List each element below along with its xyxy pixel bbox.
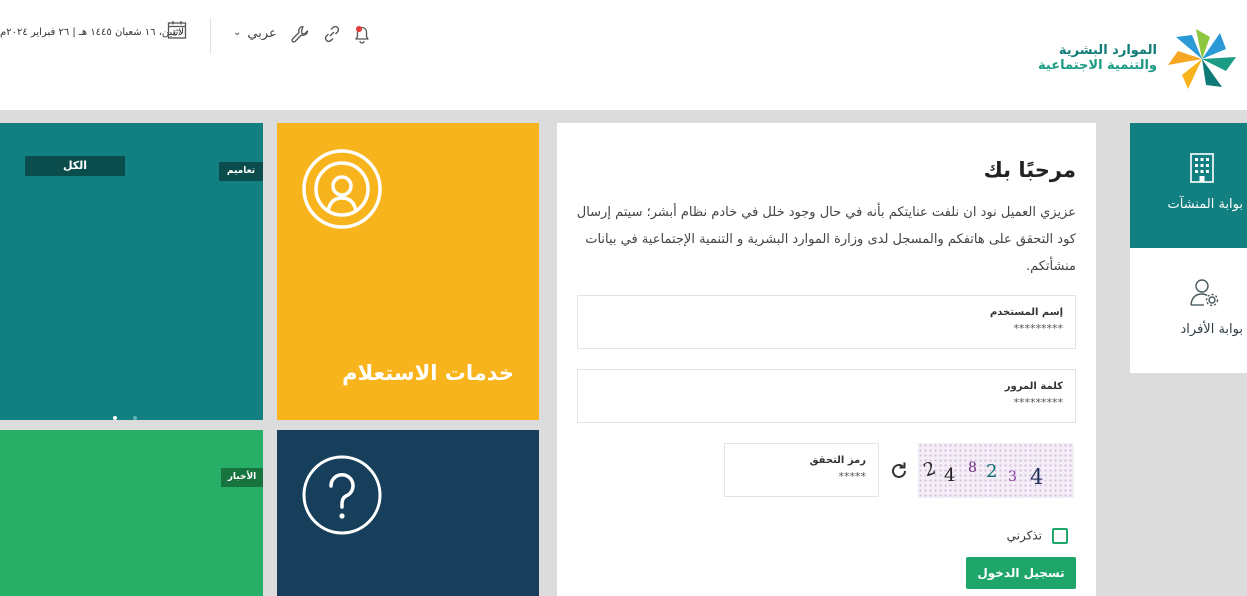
ministry-logo[interactable]: الموارد البشرية والتنمية الاجتماعية <box>1038 25 1245 93</box>
portal-label: بوابة المنشآت <box>1167 197 1243 212</box>
current-date: الاثنين، ١٦ شعبان ١٤٤٥ هـ | ٢٦ فبراير ٢٠… <box>0 27 187 38</box>
notification-dot <box>356 26 362 32</box>
username-label: إسم المستخدم <box>989 307 1063 318</box>
captcha-digit: 2 <box>986 461 998 482</box>
captcha-input[interactable] <box>728 470 866 483</box>
portal-tab-establishments[interactable]: بوابة المنشآت <box>1130 123 1247 248</box>
logo-line-1: الموارد البشرية <box>1058 43 1157 58</box>
logo-text: الموارد البشرية والتنمية الاجتماعية <box>1038 43 1157 73</box>
captcha-field[interactable]: رمز التحقق <box>724 443 879 497</box>
tile-news: الأخبار <box>0 430 263 596</box>
building-icon <box>1190 153 1214 183</box>
captcha-digit: 4 <box>1030 465 1044 489</box>
user-settings-icon <box>1190 279 1219 307</box>
remember-label: تذكرني <box>1006 528 1042 543</box>
refresh-captcha-icon[interactable] <box>889 461 909 481</box>
calendar-day: 17 <box>173 30 182 38</box>
portal-tab-individuals[interactable]: بوابة الأفراد <box>1130 248 1247 373</box>
tile-inquiry-services[interactable]: خدمات الاستعلام <box>277 123 539 420</box>
carousel-dots <box>113 405 153 424</box>
header-divider <box>210 18 211 54</box>
calendar-icon: 17 <box>167 21 187 39</box>
service-notice: عزيزي العميل نود ان نلفت عنايتكم بأنه في… <box>576 205 1076 274</box>
username-input[interactable] <box>615 322 1063 335</box>
captcha-digit: 2 <box>920 457 939 482</box>
remember-me[interactable]: تذكرني <box>1007 528 1068 544</box>
portal-label: بوابة الأفراد <box>1180 322 1243 337</box>
username-field[interactable]: إسم المستخدم <box>577 295 1076 349</box>
news-badge: الأخبار <box>221 468 263 487</box>
carousel-dot-active[interactable] <box>113 416 117 420</box>
link-icon[interactable] <box>322 24 342 44</box>
password-input[interactable] <box>615 396 1063 409</box>
language-label: عربي <box>247 26 277 41</box>
password-label: كلمة المرور <box>1004 381 1063 392</box>
broadcast-user-icon <box>302 149 382 229</box>
password-field[interactable]: كلمة المرور <box>577 369 1076 423</box>
logo-star-icon <box>1168 29 1236 89</box>
carousel-dot[interactable] <box>133 416 137 420</box>
view-all-button[interactable]: الكل <box>25 156 125 176</box>
tile-help[interactable] <box>277 430 539 596</box>
circulars-badge: تعاميم <box>219 162 263 181</box>
question-icon <box>302 455 382 535</box>
logo-line-2: والتنمية الاجتماعية <box>1038 58 1157 73</box>
login-button[interactable]: تسجيل الدخول <box>966 557 1076 589</box>
captcha-digit: 3 <box>1008 469 1017 485</box>
top-header: الموارد البشرية والتنمية الاجتماعية الاث… <box>0 0 1247 110</box>
chevron-down-icon: ⌄ <box>233 27 242 38</box>
captcha-digit: 8 <box>968 460 977 476</box>
captcha-digit: 4 <box>944 465 956 486</box>
remember-checkbox[interactable] <box>1052 528 1068 544</box>
tile-circulars: تعاميم الكل <box>0 123 263 420</box>
wrench-icon[interactable] <box>290 24 310 44</box>
captcha-image: 2 4 8 2 3 4 <box>918 443 1074 498</box>
welcome-title: مرحبًا بك <box>983 158 1076 182</box>
bell-icon[interactable] <box>352 24 372 44</box>
captcha-label: رمز التحقق <box>809 455 866 466</box>
login-card: مرحبًا بك عزيزي العميل نود ان نلفت عنايت… <box>557 123 1096 596</box>
language-selector[interactable]: ⌄ عربي <box>233 26 277 41</box>
tile-title: خدمات الاستعلام <box>342 361 514 385</box>
